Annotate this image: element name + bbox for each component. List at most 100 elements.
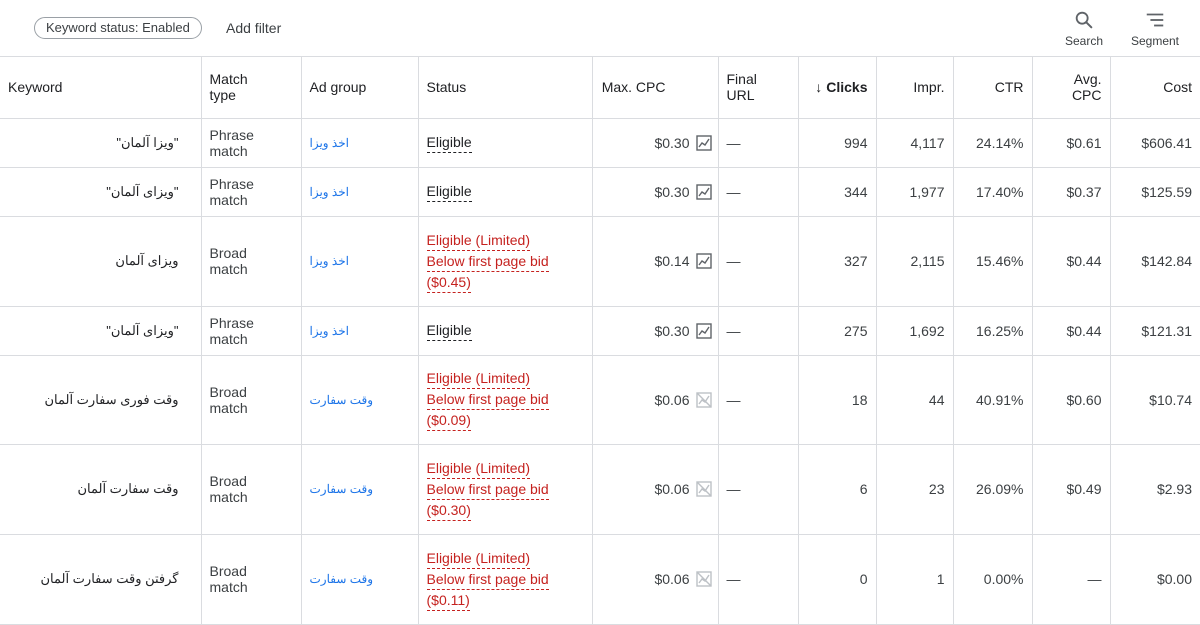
- ctr-cell: 24.14%: [953, 118, 1033, 168]
- keyword-cell: ویزای آلمان: [0, 216, 202, 307]
- table-row: "ویزا آلمان" Phrase match اخذ ویزا Eligib…: [0, 118, 1200, 168]
- header-status[interactable]: Status: [418, 57, 593, 119]
- impr-cell: 23: [876, 444, 954, 535]
- bid-simulator-disabled-icon: [695, 571, 712, 587]
- header-match-type[interactable]: Match type: [201, 57, 302, 119]
- header-max-cpc[interactable]: Max. CPC: [592, 57, 719, 119]
- status-cell[interactable]: Eligible (Limited) Below first page bid ($…: [418, 534, 593, 625]
- bid-simulator-icon[interactable]: [695, 253, 712, 269]
- clicks-cell: 6: [798, 444, 877, 535]
- max-cpc-cell[interactable]: $0.14: [592, 216, 719, 307]
- ctr-cell: 15.46%: [953, 216, 1033, 307]
- max-cpc-cell[interactable]: $0.06: [592, 534, 719, 625]
- header-keyword[interactable]: Keyword: [0, 57, 202, 119]
- keyword-cell: وقت فوری سفارت آلمان: [0, 355, 202, 445]
- impr-cell: 4,117: [876, 118, 954, 168]
- header-cost[interactable]: Cost: [1110, 57, 1200, 119]
- bid-simulator-disabled-icon: [695, 391, 712, 408]
- ad-group-link[interactable]: اخذ ویزا: [301, 306, 419, 356]
- status-cell[interactable]: Eligible (Limited) Below first page bid ($…: [418, 444, 593, 535]
- avg-cpc-cell: $0.60: [1032, 355, 1111, 445]
- search-button[interactable]: Search: [1044, 9, 1124, 48]
- keyword-cell: گرفتن وقت سفارت آلمان: [0, 534, 202, 625]
- table-row: ویزای آلمان Broad match اخذ ویزا Eligible…: [0, 216, 1200, 307]
- clicks-cell: 344: [798, 167, 877, 217]
- header-ctr[interactable]: CTR: [953, 57, 1033, 119]
- ad-group-link[interactable]: وقت سفارت: [301, 534, 419, 625]
- keyword-cell: "ویزا آلمان": [0, 118, 202, 168]
- clicks-cell: 994: [798, 118, 877, 168]
- clicks-cell: 18: [798, 355, 877, 445]
- impr-cell: 44: [876, 355, 954, 445]
- filter-bar: Keyword status: Enabled Add filter Searc…: [0, 0, 1200, 57]
- status-cell[interactable]: Eligible (Limited) Below first page bid ($…: [418, 355, 593, 445]
- table-row: گرفتن وقت سفارت آلمان Broad match وقت سفا…: [0, 534, 1200, 625]
- final-url-cell: —: [718, 534, 799, 625]
- header-impr[interactable]: Impr.: [876, 57, 954, 119]
- max-cpc-cell[interactable]: $0.30: [592, 167, 719, 217]
- ctr-cell: 40.91%: [953, 355, 1033, 445]
- ad-group-link[interactable]: اخذ ویزا: [301, 118, 419, 168]
- impr-cell: 2,115: [876, 216, 954, 307]
- sort-down-icon: ↓: [815, 79, 823, 96]
- max-cpc-cell[interactable]: $0.06: [592, 355, 719, 445]
- match-type-cell: Broad match: [201, 534, 302, 625]
- ctr-cell: 26.09%: [953, 444, 1033, 535]
- table-row: وقت فوری سفارت آلمان Broad match وقت سفار…: [0, 355, 1200, 445]
- table-row: وقت سفارت آلمان Broad match وقت سفارت Eli…: [0, 444, 1200, 535]
- status-cell[interactable]: Eligible (Limited) Below first page bid ($…: [418, 216, 593, 307]
- match-type-cell: Broad match: [201, 444, 302, 535]
- match-type-cell: Broad match: [201, 355, 302, 445]
- segment-icon: [1146, 13, 1164, 27]
- cost-cell: $606.41: [1110, 118, 1200, 168]
- header-final-url[interactable]: Final URL: [718, 57, 799, 119]
- keyword-status-filter-chip[interactable]: Keyword status: Enabled: [34, 17, 202, 39]
- final-url-cell: —: [718, 306, 799, 356]
- add-filter-button[interactable]: Add filter: [226, 20, 281, 36]
- max-cpc-cell[interactable]: $0.30: [592, 118, 719, 168]
- ad-group-link[interactable]: وقت سفارت: [301, 355, 419, 445]
- cost-cell: $10.74: [1110, 355, 1200, 445]
- bid-simulator-icon[interactable]: [695, 183, 712, 200]
- impr-cell: 1,692: [876, 306, 954, 356]
- keyword-cell: وقت سفارت آلمان: [0, 444, 202, 535]
- ad-group-link[interactable]: اخذ ویزا: [301, 216, 419, 307]
- final-url-cell: —: [718, 167, 799, 217]
- header-avg-cpc[interactable]: Avg. CPC: [1032, 57, 1111, 119]
- status-cell[interactable]: Eligible: [418, 167, 593, 217]
- avg-cpc-cell: —: [1032, 534, 1111, 625]
- bid-simulator-icon[interactable]: [695, 322, 712, 339]
- header-clicks[interactable]: ↓ Clicks: [798, 57, 877, 119]
- search-label: Search: [1064, 34, 1104, 48]
- avg-cpc-cell: $0.44: [1032, 216, 1111, 307]
- header-ad-group[interactable]: Ad group: [301, 57, 419, 119]
- ad-group-link[interactable]: اخذ ویزا: [301, 167, 419, 217]
- match-type-cell: Phrase match: [201, 306, 302, 356]
- keywords-table: Keyword Match type Ad group Status Max. C…: [0, 57, 1200, 625]
- avg-cpc-cell: $0.61: [1032, 118, 1111, 168]
- ctr-cell: 16.25%: [953, 306, 1033, 356]
- status-cell[interactable]: Eligible: [418, 118, 593, 168]
- keyword-cell: "ویزای آلمان": [0, 306, 202, 356]
- final-url-cell: —: [718, 444, 799, 535]
- bid-simulator-icon[interactable]: [695, 134, 712, 151]
- max-cpc-cell[interactable]: $0.06: [592, 444, 719, 535]
- clicks-cell: 0: [798, 534, 877, 625]
- ctr-cell: 0.00%: [953, 534, 1033, 625]
- clicks-cell: 275: [798, 306, 877, 356]
- keyword-cell: "ویزای آلمان": [0, 167, 202, 217]
- final-url-cell: —: [718, 216, 799, 307]
- final-url-cell: —: [718, 118, 799, 168]
- match-type-cell: Phrase match: [201, 118, 302, 168]
- cost-cell: $0.00: [1110, 534, 1200, 625]
- ctr-cell: 17.40%: [953, 167, 1033, 217]
- table-row: "ویزای آلمان" Phrase match اخذ ویزا Eligi…: [0, 167, 1200, 217]
- segment-button[interactable]: Segment: [1115, 9, 1195, 48]
- impr-cell: 1: [876, 534, 954, 625]
- avg-cpc-cell: $0.37: [1032, 167, 1111, 217]
- clicks-cell: 327: [798, 216, 877, 307]
- ad-group-link[interactable]: وقت سفارت: [301, 444, 419, 535]
- impr-cell: 1,977: [876, 167, 954, 217]
- max-cpc-cell[interactable]: $0.30: [592, 306, 719, 356]
- status-cell[interactable]: Eligible: [418, 306, 593, 356]
